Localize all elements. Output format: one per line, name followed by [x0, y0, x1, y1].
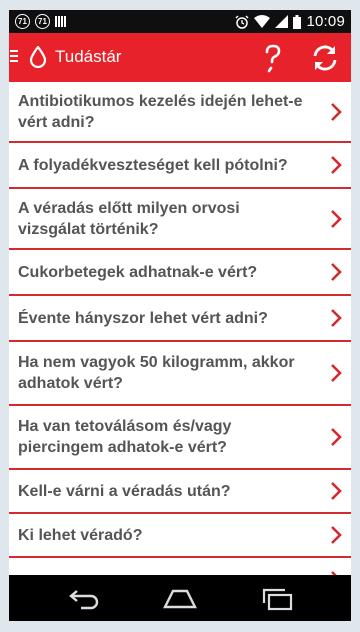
list-item-label: A véradás előtt milyen orvosi vizsgálat …: [18, 199, 240, 238]
notification-badge: 71: [15, 14, 30, 29]
clock: 10:09: [306, 13, 345, 30]
list-item-label: Cukorbetegek adhatnak-e vért?: [18, 263, 258, 281]
wifi-icon: [254, 15, 271, 28]
list-item-label: Évente hányszor lehet vért adni?: [18, 309, 268, 327]
recents-icon[interactable]: [260, 585, 294, 611]
list-item[interactable]: Cukorbetegek adhatnak-e vért?: [9, 250, 351, 296]
phone-screen: 71 71 10:09 Tudástár Antibiotikumos keze…: [9, 10, 351, 621]
faq-list: Antibiotikumos kezelés idején lehet-e vé…: [9, 82, 351, 602]
list-item-label: Ha van tetoválásom és/vagy piercingem ad…: [18, 418, 232, 456]
list-item-label: Kell-e várni a véradás után?: [18, 482, 231, 500]
list-item[interactable]: A folyadékveszteséget kell pótolni?: [9, 143, 351, 189]
list-item-label: Ha nem vagyok 50 kilogramm, akkor adhato…: [18, 354, 295, 392]
refresh-icon[interactable]: [311, 44, 339, 72]
list-item-label: Antibiotikumos kezelés idején lehet-e vé…: [18, 92, 303, 131]
chevron-right-icon: [331, 209, 342, 228]
blood-drop-icon: [29, 46, 47, 68]
chevron-right-icon: [331, 526, 342, 544]
chevron-right-icon: [331, 102, 342, 121]
help-icon[interactable]: [259, 43, 287, 73]
list-item[interactable]: Ki lehet véradó?: [9, 514, 351, 558]
list-item[interactable]: Kell-e várni a véradás után?: [9, 470, 351, 514]
battery-icon: [293, 14, 302, 29]
list-item[interactable]: Antibiotikumos kezelés idején lehet-e vé…: [9, 82, 351, 143]
menu-icon[interactable]: [10, 50, 18, 64]
back-icon[interactable]: [67, 585, 101, 611]
barcode-icon: [55, 16, 66, 27]
navigation-bar: [9, 575, 351, 621]
app-bar: Tudástár: [9, 33, 351, 82]
chevron-right-icon: [331, 156, 342, 174]
home-icon[interactable]: [162, 585, 198, 611]
chevron-right-icon: [331, 482, 342, 500]
chevron-right-icon: [331, 428, 342, 446]
list-item-label: Ki lehet véradó?: [18, 526, 143, 544]
signal-icon: [275, 15, 289, 28]
chevron-right-icon: [331, 364, 342, 382]
status-bar: 71 71 10:09: [9, 10, 351, 33]
alarm-icon: [235, 14, 249, 29]
chevron-right-icon: [331, 263, 342, 281]
list-item[interactable]: Évente hányszor lehet vért adni?: [9, 296, 351, 342]
chevron-right-icon: [331, 309, 342, 327]
notification-badge: 71: [35, 14, 50, 29]
list-item-label: A folyadékveszteséget kell pótolni?: [18, 156, 288, 174]
page-title: Tudástár: [55, 47, 122, 66]
list-item[interactable]: Ha nem vagyok 50 kilogramm, akkor adhato…: [9, 342, 351, 406]
list-item[interactable]: A véradás előtt milyen orvosi vizsgálat …: [9, 189, 351, 250]
list-item[interactable]: Ha van tetoválásom és/vagy piercingem ad…: [9, 406, 351, 470]
